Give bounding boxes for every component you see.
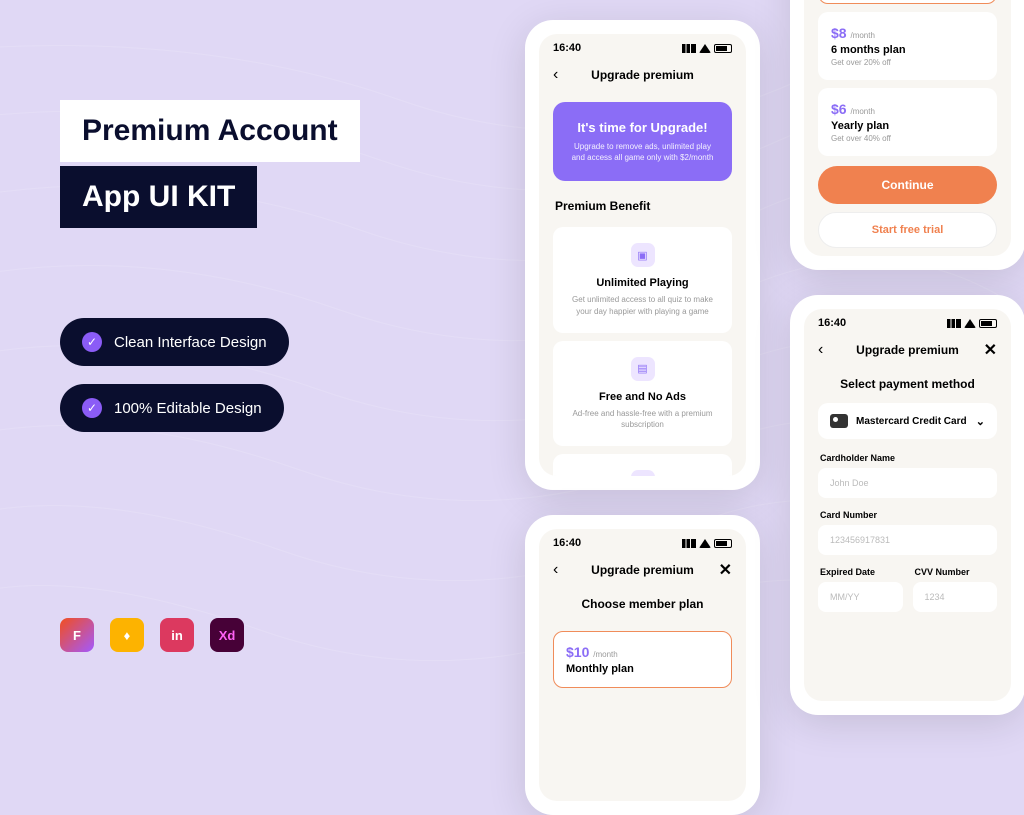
chevron-down-icon: ⌄ xyxy=(976,415,985,428)
plan-period: /month xyxy=(850,107,874,116)
payment-method-label: Mastercard Credit Card xyxy=(856,416,967,427)
plan-price: $8 xyxy=(831,25,847,41)
benefit-desc: Get unlimited access to all quiz to make… xyxy=(567,294,718,316)
xd-icon: Xd xyxy=(210,618,244,652)
plan-card-monthly[interactable]: Monthly plan Recurring monthly billing xyxy=(818,0,997,4)
benefit-title: Free and No Ads xyxy=(567,391,718,403)
play-icon: ▣ xyxy=(631,243,655,267)
plan-price: $6 xyxy=(831,101,847,117)
plan-name: 6 months plan xyxy=(831,44,984,56)
noads-icon: ▤ xyxy=(631,357,655,381)
section-title: Premium Benefit xyxy=(539,191,746,219)
back-icon[interactable]: ‹ xyxy=(818,341,823,359)
phone-mockup-plans: Monthly plan Recurring monthly billing $… xyxy=(790,0,1024,270)
feature-pill: ✓ Clean Interface Design xyxy=(60,318,289,366)
phone-mockup-benefits: 16:40 ‹ Upgrade premium It's time for Up… xyxy=(525,20,760,490)
tool-icons-row: F ♦ in Xd xyxy=(60,618,244,652)
quiz-icon: ♣ xyxy=(631,470,655,476)
section-title: Choose member plan xyxy=(539,587,746,623)
plan-period: /month xyxy=(593,650,617,659)
status-icons xyxy=(682,539,732,548)
plan-desc: Get over 20% off xyxy=(831,58,984,67)
banner-subtitle: Upgrade to remove ads, unlimited play an… xyxy=(567,141,718,163)
status-icons xyxy=(947,319,997,328)
feature-label: Clean Interface Design xyxy=(114,334,267,351)
plan-card-monthly[interactable]: $10 /month Monthly plan xyxy=(553,631,732,688)
start-trial-button[interactable]: Start free trial xyxy=(818,212,997,248)
screen-title: Upgrade premium xyxy=(591,563,694,577)
status-time: 16:40 xyxy=(818,317,846,329)
close-icon[interactable]: ✕ xyxy=(719,560,732,580)
feature-pill: ✓ 100% Editable Design xyxy=(60,384,284,432)
hero-title-line2: App UI KIT xyxy=(60,166,257,228)
expired-label: Expired Date xyxy=(818,565,903,582)
benefit-desc: Ad-free and hassle-free with a premium s… xyxy=(567,408,718,430)
invision-icon: in xyxy=(160,618,194,652)
upgrade-banner: It's time for Upgrade! Upgrade to remove… xyxy=(553,102,732,181)
plan-name: Yearly plan xyxy=(831,120,984,132)
status-time: 16:40 xyxy=(553,42,581,54)
back-icon[interactable]: ‹ xyxy=(553,561,558,579)
plan-price: $10 xyxy=(566,644,589,660)
continue-button[interactable]: Continue xyxy=(818,166,997,204)
benefit-card: ▤ Free and No Ads Ad-free and hassle-fre… xyxy=(553,341,732,446)
cardnumber-label: Card Number xyxy=(804,508,1011,525)
phone-mockup-payment: 16:40 ‹ Upgrade premium ✕ Select payment… xyxy=(790,295,1024,715)
cardholder-label: Cardholder Name xyxy=(804,451,1011,468)
feature-label: 100% Editable Design xyxy=(114,400,262,417)
status-time: 16:40 xyxy=(553,537,581,549)
benefit-card: ▣ Unlimited Playing Get unlimited access… xyxy=(553,227,732,332)
screen-title: Upgrade premium xyxy=(856,343,959,357)
plan-name: Monthly plan xyxy=(566,663,719,675)
back-icon[interactable]: ‹ xyxy=(553,66,558,84)
banner-title: It's time for Upgrade! xyxy=(567,120,718,135)
screen-title: Upgrade premium xyxy=(591,68,694,82)
phone-mockup-choose-plan: 16:40 ‹ Upgrade premium ✕ Choose member … xyxy=(525,515,760,815)
cardholder-input[interactable]: John Doe xyxy=(818,468,997,498)
cvv-label: CVV Number xyxy=(913,565,998,582)
hero-title-line1: Premium Account xyxy=(60,100,360,162)
benefit-title: Unlimited Playing xyxy=(567,277,718,289)
section-title: Select payment method xyxy=(804,367,1011,403)
status-icons xyxy=(682,44,732,53)
close-icon[interactable]: ✕ xyxy=(984,340,997,360)
plan-card-6months[interactable]: $8 /month 6 months plan Get over 20% off xyxy=(818,12,997,80)
payment-method-select[interactable]: Mastercard Credit Card ⌄ xyxy=(818,403,997,439)
cvv-input[interactable]: 1234 xyxy=(913,582,998,612)
expired-input[interactable]: MM/YY xyxy=(818,582,903,612)
cardnumber-input[interactable]: 123456917831 xyxy=(818,525,997,555)
plan-period: /month xyxy=(850,31,874,40)
plan-card-yearly[interactable]: $6 /month Yearly plan Get over 40% off xyxy=(818,88,997,156)
benefit-card: ♣ Unlimited quiz Get unlimited access to… xyxy=(553,454,732,476)
card-icon xyxy=(830,414,848,428)
plan-desc: Get over 40% off xyxy=(831,134,984,143)
check-icon: ✓ xyxy=(82,332,102,352)
figma-icon: F xyxy=(60,618,94,652)
sketch-icon: ♦ xyxy=(110,618,144,652)
check-icon: ✓ xyxy=(82,398,102,418)
